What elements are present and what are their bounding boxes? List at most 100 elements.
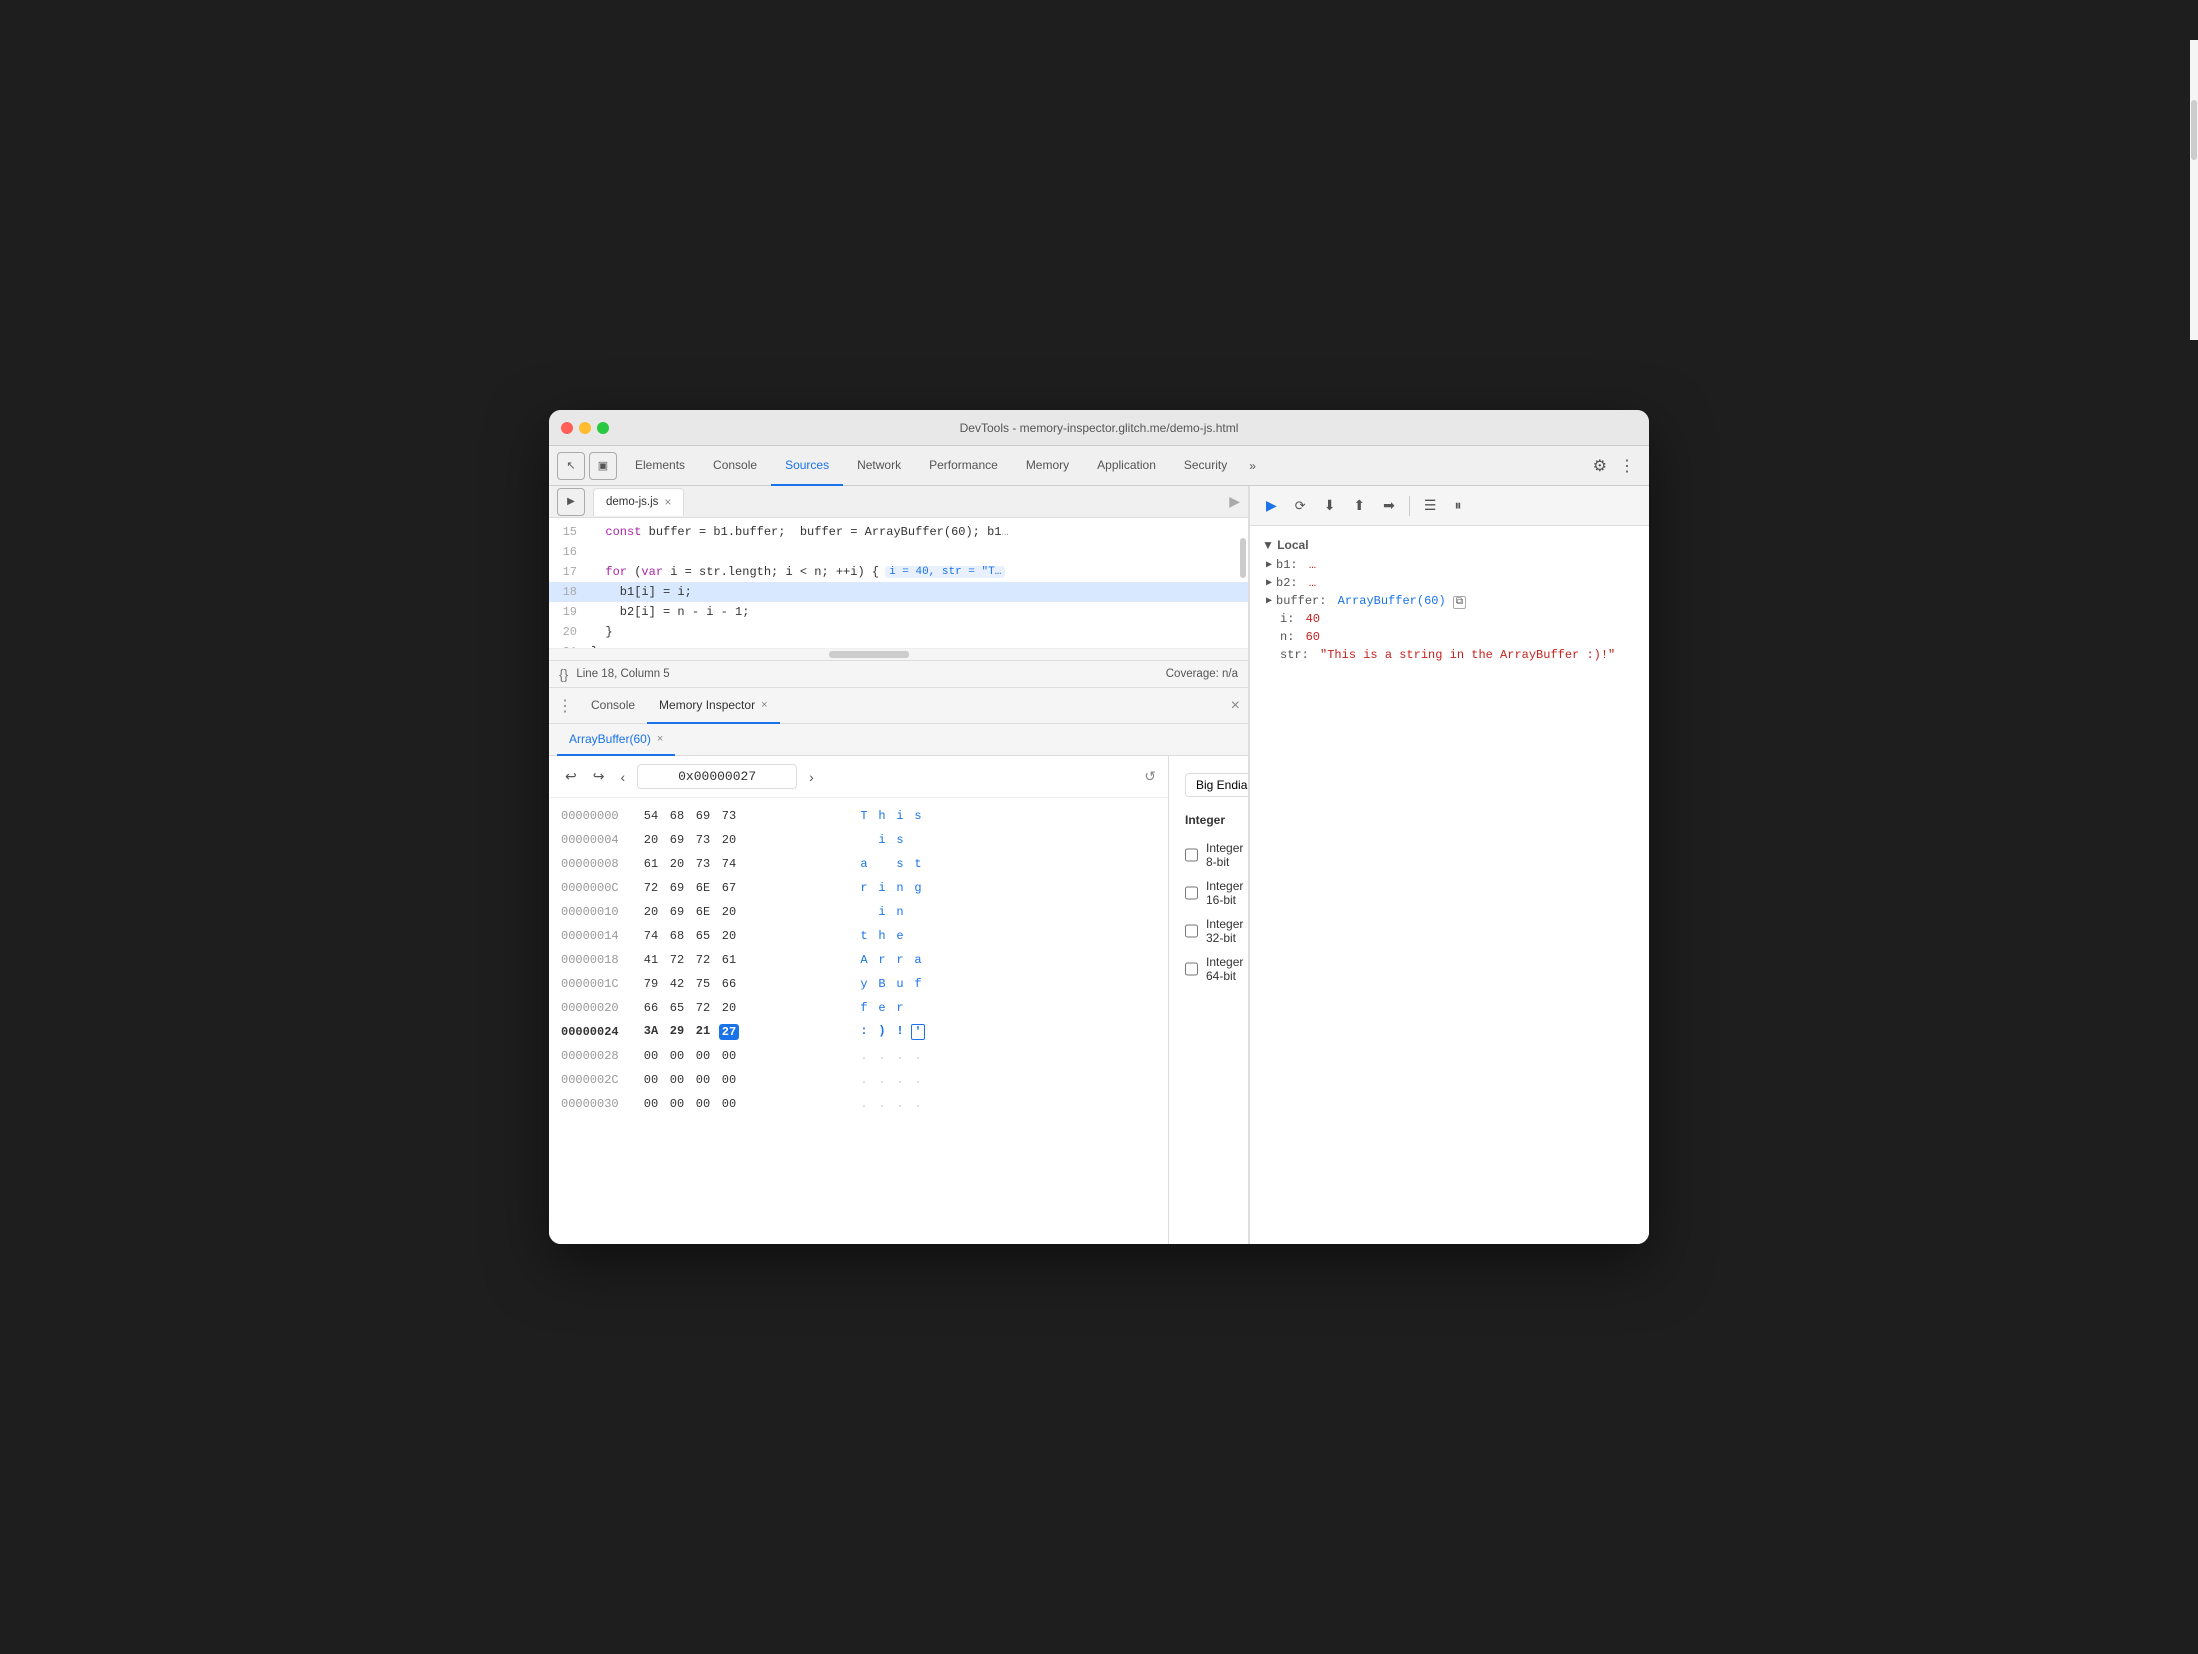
scope-local-header: ▼ Local: [1250, 534, 1649, 556]
code-line-18: 18 b1[i] = i;: [549, 582, 1248, 602]
memory-inspector-panel: ArrayBuffer(60) × ↩ ↪ ‹ ›: [549, 724, 1248, 1244]
step-over-button[interactable]: ⬇: [1318, 494, 1342, 517]
hex-row-30: 00000030 00 00 00 00 . .: [549, 1092, 1168, 1116]
scope-str-row: str: "This is a string in the ArrayBuffe…: [1250, 646, 1649, 664]
code-line-15: 15 const buffer = b1.buffer; buffer = Ar…: [549, 522, 1248, 542]
minimize-button[interactable]: [579, 422, 591, 434]
titlebar: DevTools - memory-inspector.glitch.me/de…: [549, 410, 1649, 446]
braces-icon: {}: [559, 666, 568, 682]
scope-b1-row: ▶ b1: …: [1250, 556, 1649, 574]
hex-row-10: 00000010 20 69 6E 20 i: [549, 900, 1168, 924]
integer-64bit-row[interactable]: Integer 64-bit: [1185, 955, 1244, 983]
hex-row-8: 00000008 61 20 73 74 a: [549, 852, 1168, 876]
status-bar: {} Line 18, Column 5 Coverage: n/a: [549, 660, 1248, 688]
redo-button[interactable]: ↪: [589, 766, 609, 787]
hex-dump: 00000000 54 68 69 73 T h: [549, 798, 1168, 1244]
tab-network[interactable]: Network: [843, 446, 915, 486]
tab-performance[interactable]: Performance: [915, 446, 1012, 486]
code-scrollbar-thumb[interactable]: [1240, 538, 1246, 578]
prev-address-button[interactable]: ‹: [616, 767, 629, 787]
code-hscroll-thumb[interactable]: [829, 651, 909, 658]
type-columns: ➘ Integer Integer 8-bit Inte: [1185, 813, 1248, 983]
tab-sources[interactable]: Sources: [771, 446, 843, 486]
arraybuffer-label: ArrayBuffer(60): [569, 732, 651, 746]
integer-64bit-label: Integer 64-bit: [1206, 955, 1244, 983]
left-panel: ▶ demo-js.js × ▶ 15 const buffer = b1.bu…: [549, 486, 1249, 1244]
hex-row-18: 00000018 41 72 72 61 A r: [549, 948, 1168, 972]
more-options-icon[interactable]: ⋮: [1613, 456, 1641, 476]
endian-select[interactable]: Big Endian Little Endian: [1185, 773, 1248, 797]
debugger-toolbar: ▶ ⟳ ⬇ ⬆ ➡ ☰ ⏸: [1250, 486, 1649, 526]
source-play-icon[interactable]: ▶: [557, 488, 585, 516]
right-panel: ▶ ⟳ ⬇ ⬆ ➡ ☰ ⏸ ▼ Local ▶ b1: … ▶ b: [1249, 486, 1649, 1244]
step-out-button[interactable]: ➡: [1377, 494, 1401, 517]
hex-row-24-current: 00000024 3A 29 21 27 : ): [549, 1020, 1168, 1044]
arraybuffer-tab-bar: ArrayBuffer(60) ×: [549, 724, 1248, 756]
step-into-button[interactable]: ⬆: [1347, 494, 1371, 517]
scope-panel: ▼ Local ▶ b1: … ▶ b2: … ▶ buffer: ArrayB…: [1250, 526, 1649, 1244]
source-panel-play[interactable]: ▶: [1229, 493, 1240, 510]
code-line-20: 20 }: [549, 622, 1248, 642]
bottom-tab-more-icon[interactable]: ⋮: [557, 696, 573, 716]
scope-buffer-row: ▶ buffer: ArrayBuffer(60) ⧉: [1250, 592, 1649, 610]
integer-16bit-row[interactable]: Integer 16-bit: [1185, 879, 1244, 907]
address-bar: ↩ ↪ ‹ › ↺: [549, 756, 1168, 798]
arraybuffer-icon: ⧉: [1453, 596, 1466, 609]
hex-row-14: 00000014 74 68 65 20 t h: [549, 924, 1168, 948]
cursor-icon[interactable]: ↖: [557, 452, 585, 480]
bottom-panel-close[interactable]: ×: [1231, 697, 1240, 715]
integer-8bit-checkbox[interactable]: [1185, 848, 1198, 862]
mobile-icon[interactable]: ▣: [589, 452, 617, 480]
arraybuffer-tab[interactable]: ArrayBuffer(60) ×: [557, 724, 675, 756]
tab-console-bottom[interactable]: Console: [579, 688, 647, 724]
source-file-tab[interactable]: demo-js.js ×: [593, 488, 684, 516]
code-line-19: 19 b2[i] = n - i - 1;: [549, 602, 1248, 622]
integer-32bit-checkbox[interactable]: [1185, 924, 1198, 938]
tab-security[interactable]: Security: [1170, 446, 1241, 486]
fullscreen-button[interactable]: [597, 422, 609, 434]
integer-16bit-checkbox[interactable]: [1185, 886, 1198, 900]
integer-8bit-label: Integer 8-bit: [1206, 841, 1244, 869]
resume-button[interactable]: ▶: [1260, 494, 1283, 517]
integer-column: Integer Integer 8-bit Integer 16-bit: [1185, 813, 1244, 983]
window-title: DevTools - memory-inspector.glitch.me/de…: [960, 421, 1239, 435]
memory-inspector-close[interactable]: ×: [761, 699, 767, 711]
next-address-button[interactable]: ›: [805, 767, 818, 787]
tab-memory[interactable]: Memory: [1012, 446, 1083, 486]
address-input[interactable]: [637, 764, 797, 789]
hex-row-0: 00000000 54 68 69 73 T h: [549, 804, 1168, 828]
code-hscrollbar[interactable]: [549, 648, 1248, 660]
deactivate-breakpoints-button[interactable]: ☰: [1418, 494, 1443, 517]
pause-button[interactable]: ⟳: [1289, 495, 1312, 517]
scope-b2-row: ▶ b2: …: [1250, 574, 1649, 592]
refresh-button[interactable]: ↺: [1144, 768, 1156, 785]
more-tabs-button[interactable]: »: [1241, 459, 1264, 473]
source-file-close[interactable]: ×: [664, 495, 671, 509]
endian-row: Big Endian Little Endian ⚙: [1185, 772, 1248, 797]
hex-row-28: 00000028 00 00 00 00 . .: [549, 1044, 1168, 1068]
settings-gear-icon[interactable]: ⚙: [1587, 456, 1613, 476]
scope-n-row: n: 60: [1250, 628, 1649, 646]
devtools-window: DevTools - memory-inspector.glitch.me/de…: [549, 410, 1649, 1244]
traffic-lights: [561, 422, 609, 434]
tab-application[interactable]: Application: [1083, 446, 1170, 486]
integer-8bit-row[interactable]: Integer 8-bit: [1185, 841, 1244, 869]
line-column-info: Line 18, Column 5: [576, 668, 669, 680]
pause-exceptions-button[interactable]: ⏸: [1448, 494, 1467, 517]
tab-console[interactable]: Console: [699, 446, 771, 486]
tab-elements[interactable]: Elements: [621, 446, 699, 486]
hex-row-1c: 0000001C 79 42 75 66 y B: [549, 972, 1168, 996]
close-button[interactable]: [561, 422, 573, 434]
integer-16bit-label: Integer 16-bit: [1206, 879, 1244, 907]
integer-32bit-label: Integer 32-bit: [1206, 917, 1244, 945]
arraybuffer-tab-close[interactable]: ×: [657, 733, 663, 745]
source-file-tab-bar: ▶ demo-js.js × ▶: [549, 486, 1248, 518]
undo-button[interactable]: ↩: [561, 766, 581, 787]
integer-32bit-row[interactable]: Integer 32-bit: [1185, 917, 1244, 945]
coverage-info: Coverage: n/a: [1166, 668, 1238, 680]
source-filename: demo-js.js: [606, 496, 658, 508]
highlighted-byte[interactable]: 27: [719, 1024, 739, 1040]
integer-64bit-checkbox[interactable]: [1185, 962, 1198, 976]
devtools-body: ▶ demo-js.js × ▶ 15 const buffer = b1.bu…: [549, 486, 1649, 1244]
tab-memory-inspector[interactable]: Memory Inspector ×: [647, 688, 779, 724]
